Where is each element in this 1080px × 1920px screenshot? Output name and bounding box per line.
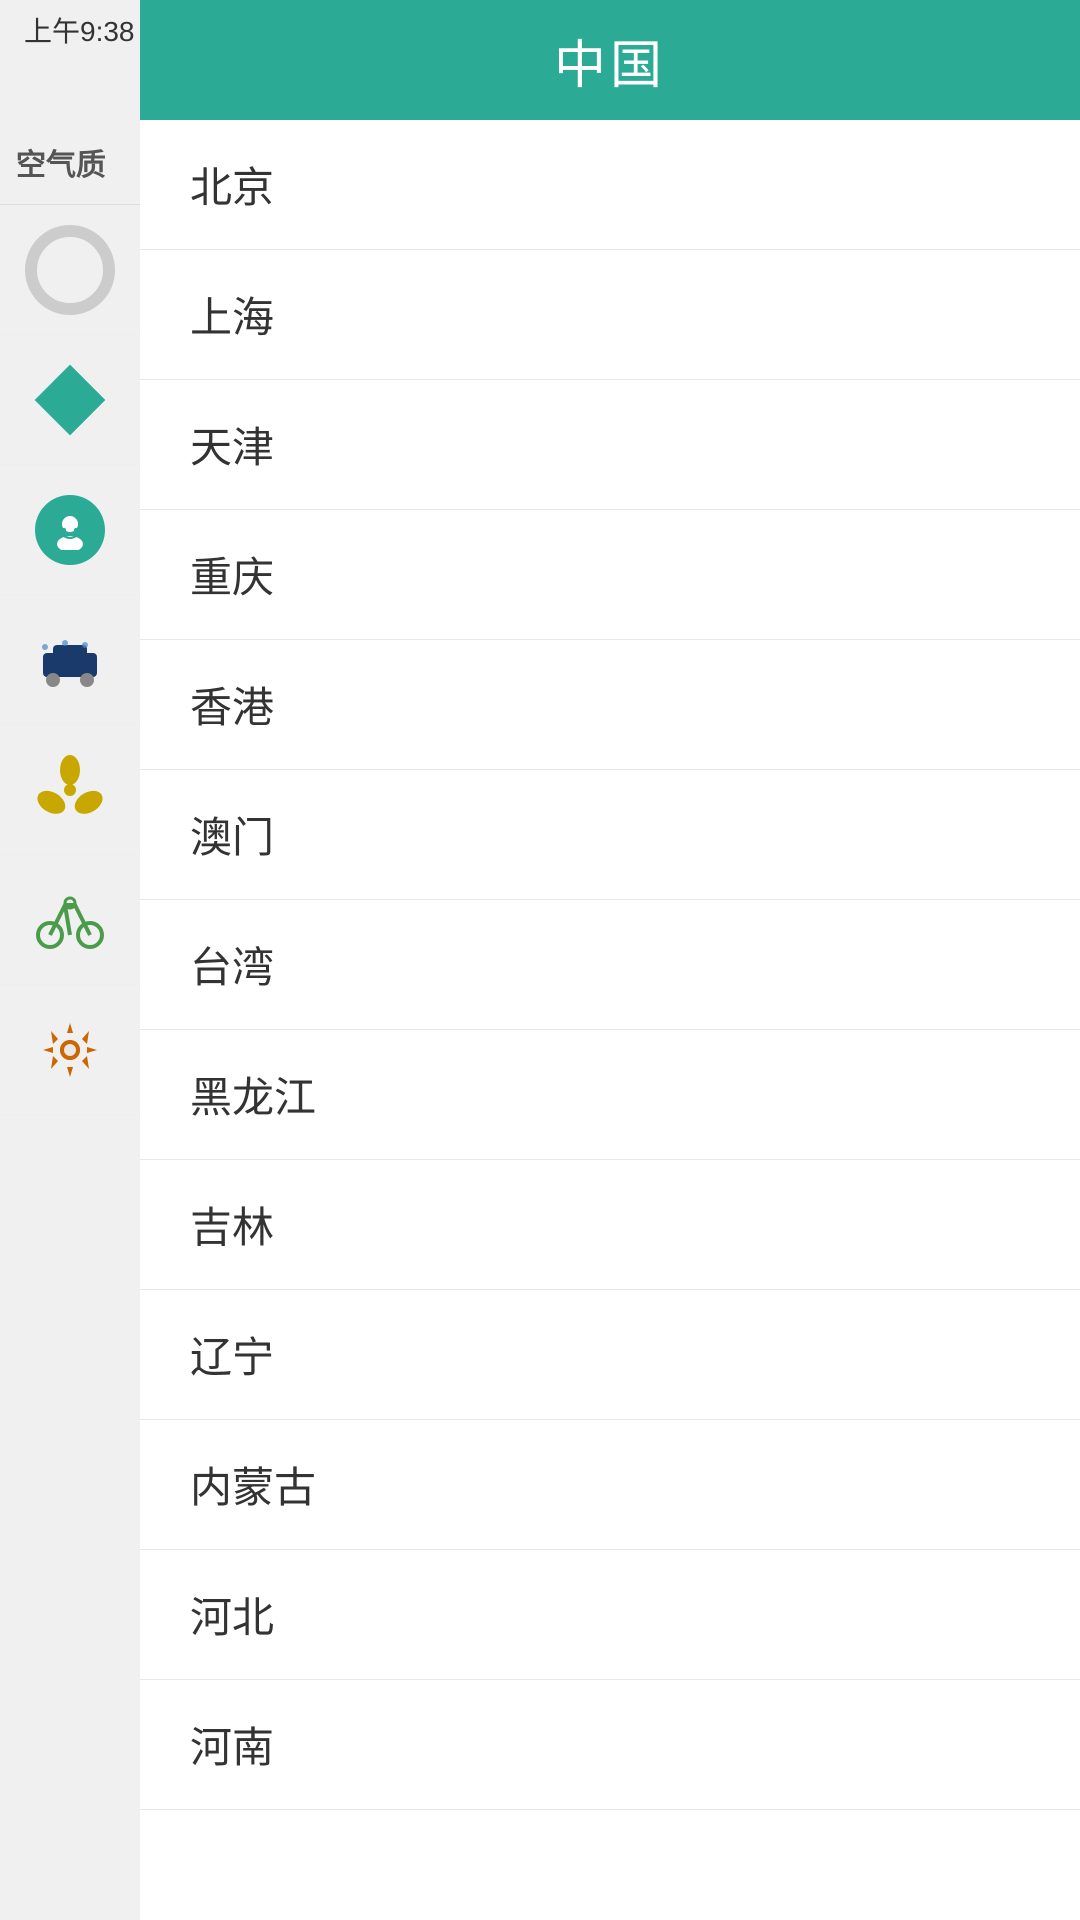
city-name-heilongjiang: 黑龙江 <box>190 1064 316 1125</box>
bg-bike-icon <box>0 855 140 985</box>
bg-fan-icon <box>0 725 140 855</box>
panel-header: 中国 <box>140 0 1080 120</box>
city-name-chongqing: 重庆 <box>190 544 274 605</box>
city-item-macau[interactable]: 澳门 <box>140 770 1080 900</box>
city-item-hebei[interactable]: 河北 <box>140 1550 1080 1680</box>
city-name-jilin: 吉林 <box>190 1194 274 1255</box>
city-item-beijing[interactable]: 北京 <box>140 120 1080 250</box>
city-item-henan[interactable]: 河南 <box>140 1680 1080 1810</box>
city-item-heilongjiang[interactable]: 黑龙江 <box>140 1030 1080 1160</box>
city-item-hongkong[interactable]: 香港 <box>140 640 1080 770</box>
city-name-hongkong: 香港 <box>190 674 274 735</box>
city-item-neimenggu[interactable]: 内蒙古 <box>140 1420 1080 1550</box>
city-list[interactable]: 北京 上海 天津 重庆 香港 澳门 台湾 黑龙江 吉林 辽宁 <box>140 120 1080 1920</box>
background-app: 空气质 <box>0 0 140 1920</box>
city-item-shanghai[interactable]: 上海 <box>140 250 1080 380</box>
city-item-tianjin[interactable]: 天津 <box>140 380 1080 510</box>
city-name-beijing: 北京 <box>190 154 274 215</box>
city-name-tianjin: 天津 <box>190 414 274 475</box>
bg-circle-decoration <box>0 205 140 335</box>
city-name-hebei: 河北 <box>190 1584 274 1645</box>
bg-car-wash-icon <box>0 595 140 725</box>
status-time-text: 上午9:38 <box>24 16 135 47</box>
bg-diamond-icon <box>0 335 140 465</box>
city-name-neimenggu: 内蒙古 <box>190 1454 316 1515</box>
city-item-taiwan[interactable]: 台湾 <box>140 900 1080 1030</box>
bg-gear-icon <box>0 985 140 1115</box>
person-circle-icon <box>35 495 105 565</box>
city-name-macau: 澳门 <box>190 804 274 865</box>
city-name-liaoning: 辽宁 <box>190 1324 274 1385</box>
city-name-shanghai: 上海 <box>190 284 274 345</box>
city-selection-panel: 中国 北京 上海 天津 重庆 香港 澳门 台湾 黑龙江 吉林 <box>140 0 1080 1920</box>
city-name-henan: 河南 <box>190 1714 274 1775</box>
city-item-jilin[interactable]: 吉林 <box>140 1160 1080 1290</box>
city-item-liaoning[interactable]: 辽宁 <box>140 1290 1080 1420</box>
bg-person-icon <box>0 465 140 595</box>
bg-app-label: 空气质 <box>0 120 140 205</box>
city-item-chongqing[interactable]: 重庆 <box>140 510 1080 640</box>
panel-title: 中国 <box>554 23 666 98</box>
city-name-taiwan: 台湾 <box>190 934 274 995</box>
